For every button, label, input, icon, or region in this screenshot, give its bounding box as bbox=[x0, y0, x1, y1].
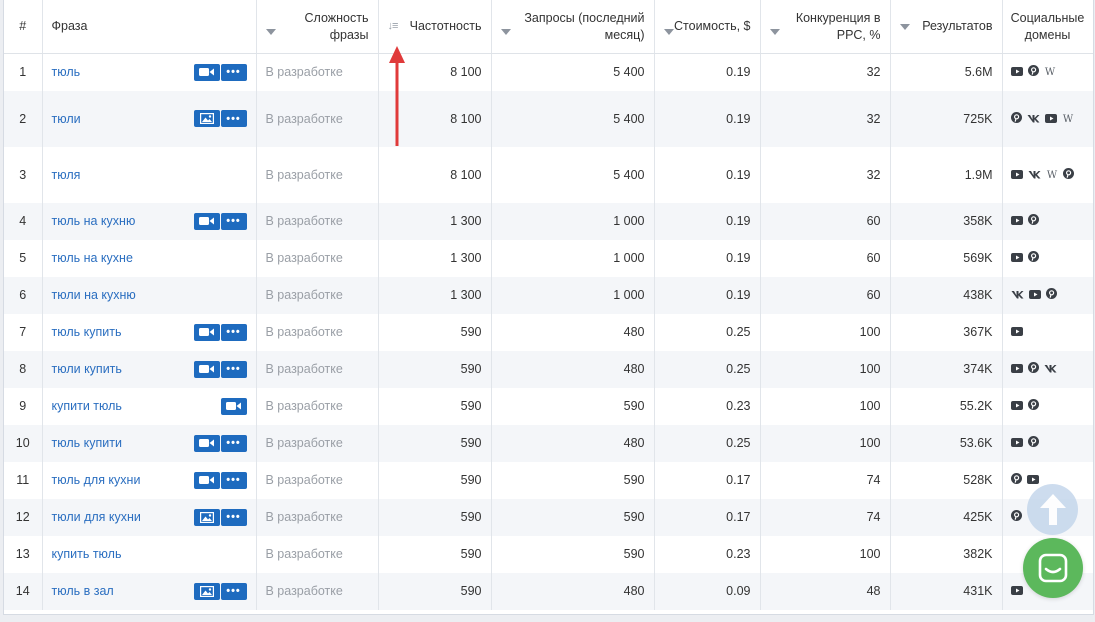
chat-icon bbox=[1038, 553, 1068, 583]
scroll-to-top-button[interactable] bbox=[1027, 484, 1078, 535]
arrow-up-icon bbox=[1039, 493, 1066, 525]
annotation-arrow bbox=[389, 46, 405, 146]
chat-widget-button[interactable] bbox=[1023, 538, 1083, 598]
